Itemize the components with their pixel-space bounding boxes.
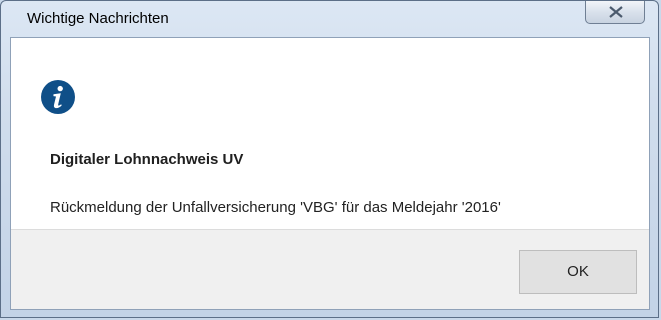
window-title: Wichtige Nachrichten	[27, 10, 169, 27]
message-panel: Digitaler Lohnnachweis UV Rückmeldung de…	[11, 38, 649, 230]
message-text: Rückmeldung der Unfallversicherung 'VBG'…	[50, 199, 501, 216]
info-icon	[41, 80, 75, 114]
message-heading: Digitaler Lohnnachweis UV	[50, 151, 244, 168]
dialog-client-area: Digitaler Lohnnachweis UV Rückmeldung de…	[10, 37, 650, 310]
close-button[interactable]	[585, 1, 645, 24]
close-icon	[609, 6, 623, 18]
ok-button[interactable]: OK	[519, 250, 637, 294]
title-bar[interactable]: Wichtige Nachrichten	[1, 1, 658, 37]
dialog-window: Wichtige Nachrichten Digitaler Lohnnachw…	[0, 0, 659, 318]
